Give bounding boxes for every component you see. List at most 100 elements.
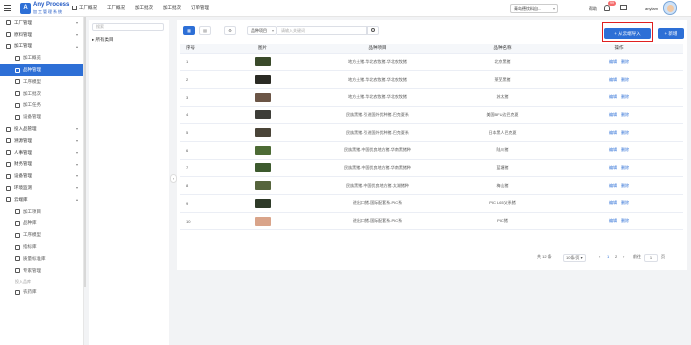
search-input[interactable]: 请输入关键词	[277, 26, 367, 35]
sidebar-item-label: 加工项目	[23, 208, 41, 214]
top-nav-item[interactable]: 加工批次	[163, 5, 181, 11]
dept-select[interactable]: 青岛德饮料自... ▾	[510, 4, 558, 13]
sidebar-item[interactable]: 工序模型	[0, 76, 83, 88]
cell-actions: 编辑 删除	[555, 123, 683, 142]
sidebar-item-label: 工序模型	[23, 78, 41, 84]
table-row: 4 民族黑猪-引进国外优种猪-巴克夏系 美国BFU边巴克夏 编辑 删除	[180, 106, 683, 125]
page-unit: 页	[661, 254, 665, 259]
delete-link[interactable]: 删除	[621, 165, 629, 170]
breed-thumbnail[interactable]	[254, 145, 271, 155]
sidebar-item[interactable]: 加工批次	[0, 88, 83, 100]
edit-link[interactable]: 编辑	[609, 112, 617, 117]
page-number[interactable]: 2	[615, 254, 617, 259]
sidebar-item[interactable]: 加工概览	[0, 52, 83, 64]
sidebar-item[interactable]: 工厂管理 ▾	[0, 17, 83, 29]
prev-page-icon[interactable]: ‹	[599, 254, 600, 259]
sidebar-item[interactable]: 专家管理	[0, 265, 83, 277]
sidebar-item[interactable]: 农药库	[0, 287, 83, 299]
next-page-icon[interactable]: ›	[623, 254, 624, 259]
sidebar-item[interactable]: 环境监测 ▾	[0, 182, 83, 194]
notification-badge: 99	[608, 1, 616, 6]
breed-thumbnail[interactable]	[254, 163, 271, 173]
top-nav-item[interactable]: 工厂概况	[107, 5, 125, 11]
delete-link[interactable]: 删除	[621, 147, 629, 152]
help-link[interactable]: 帮助	[589, 6, 597, 12]
settings-icon[interactable]: ⚙	[224, 26, 236, 35]
username[interactable]: anylam	[645, 6, 658, 11]
edit-link[interactable]: 编辑	[609, 218, 617, 223]
sidebar-item[interactable]: 加工管理 ▴	[0, 41, 83, 53]
menu-toggle-icon[interactable]	[4, 5, 11, 11]
breed-thumbnail[interactable]	[254, 181, 271, 191]
edit-link[interactable]: 编辑	[609, 147, 617, 152]
sidebar-item-label: 工厂管理	[14, 19, 32, 25]
table-row: 7 民族黑猪-中国优良地方猪-华南黑猪种 蓝塘猪 编辑 删除	[180, 159, 683, 178]
delete-link[interactable]: 删除	[621, 94, 629, 99]
breed-thumbnail[interactable]	[254, 92, 271, 102]
chevron-down-icon: ▾	[552, 6, 555, 11]
delete-link[interactable]: 删除	[621, 112, 629, 117]
breed-thumbnail[interactable]	[254, 216, 271, 226]
sidebar-item[interactable]: 品种库	[0, 218, 83, 230]
filter-select[interactable]: 品种项目 ▾	[247, 26, 277, 35]
sidebar-item[interactable]: 质量标准库	[0, 253, 83, 265]
sidebar-item[interactable]: 设备管理 ▾	[0, 170, 83, 182]
sidebar-item[interactable]: 原料管理 ▾	[0, 29, 83, 41]
tree-search-input[interactable]: 搜索	[92, 23, 164, 31]
delete-link[interactable]: 删除	[621, 218, 629, 223]
edit-link[interactable]: 编辑	[609, 165, 617, 170]
breed-thumbnail[interactable]	[254, 110, 271, 120]
breed-thumbnail[interactable]	[254, 75, 271, 85]
delete-link[interactable]: 删除	[621, 59, 629, 64]
top-nav-item[interactable]: 工厂概况	[72, 5, 97, 11]
sidebar-item[interactable]: 工序模型	[0, 229, 83, 241]
goto-label: 前往	[633, 254, 641, 259]
cell-actions: 编辑 删除	[555, 141, 683, 160]
sidebar-item[interactable]: 加工项目	[0, 206, 83, 218]
add-button[interactable]: + 新增	[658, 28, 684, 39]
sidebar-item[interactable]: 云端库 ▴	[0, 194, 83, 206]
tree-node-root[interactable]: ▸ 所有类目	[92, 37, 114, 43]
page-size-select[interactable]: 10条/页 ▾	[563, 254, 586, 262]
delete-link[interactable]: 删除	[621, 77, 629, 82]
collapse-panel-button[interactable]: ‹	[170, 174, 177, 183]
goto-page-input[interactable]: 1	[644, 254, 658, 262]
top-nav-item[interactable]: 加工批次	[135, 5, 153, 11]
breed-thumbnail[interactable]	[254, 57, 271, 67]
sidebar-scrollbar[interactable]	[84, 17, 86, 287]
edit-link[interactable]: 编辑	[609, 130, 617, 135]
sidebar-item[interactable]: 指标库	[0, 241, 83, 253]
table-row: 9 进出口猪-国际配套系-PIC系 PIC L65父系猪 编辑 删除	[180, 194, 683, 213]
breed-thumbnail[interactable]	[254, 128, 271, 138]
edit-link[interactable]: 编辑	[609, 59, 617, 64]
menu-item-icon	[15, 114, 20, 120]
breed-thumbnail[interactable]	[254, 198, 271, 208]
delete-link[interactable]: 删除	[621, 130, 629, 135]
sidebar-item[interactable]: 设备管理	[0, 111, 83, 123]
mail-icon[interactable]	[620, 5, 627, 10]
top-nav-item[interactable]: 订单管理	[191, 5, 209, 11]
grid-view-icon[interactable]: ▦	[183, 26, 195, 35]
avatar[interactable]	[663, 1, 677, 15]
edit-link[interactable]: 编辑	[609, 200, 617, 205]
delete-link[interactable]: 删除	[621, 183, 629, 188]
sidebar-item[interactable]: 溯源管理 ▾	[0, 135, 83, 147]
list-view-icon[interactable]: ▤	[199, 26, 211, 35]
sidebar-item[interactable]: 人事管理 ▾	[0, 147, 83, 159]
sidebar-section-caption: 投入品库	[15, 278, 31, 284]
import-from-cloud-button[interactable]: + 从云端导入	[604, 28, 651, 39]
page-number[interactable]: 1	[607, 254, 609, 259]
search-button[interactable]	[367, 26, 379, 35]
edit-link[interactable]: 编辑	[609, 183, 617, 188]
cell-project: 民族黑猪-中国优良地方猪-太湖猪种	[305, 176, 450, 195]
edit-link[interactable]: 编辑	[609, 94, 617, 99]
delete-link[interactable]: 删除	[621, 200, 629, 205]
cell-image	[220, 194, 305, 213]
cell-actions: 编辑 删除	[555, 70, 683, 89]
sidebar-item[interactable]: 品种管理	[0, 64, 83, 76]
sidebar-item[interactable]: 财务管理 ▾	[0, 159, 83, 171]
sidebar-item[interactable]: 投入品管理 ▾	[0, 123, 83, 135]
edit-link[interactable]: 编辑	[609, 77, 617, 82]
sidebar-item-label: 溯源管理	[14, 137, 32, 143]
sidebar-item[interactable]: 加工任务	[0, 100, 83, 112]
